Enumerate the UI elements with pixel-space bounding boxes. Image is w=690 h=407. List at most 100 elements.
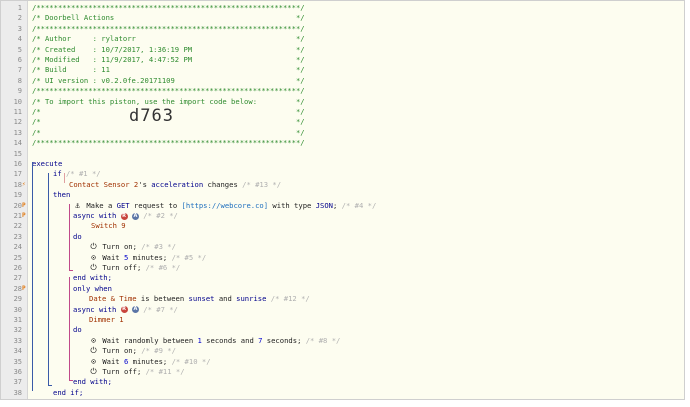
code-text[interactable]: ⊙ Wait randomly between 1 seconds and 7 … <box>89 336 340 346</box>
code-line: 6 /* Modified : 11/9/2017, 4:47:52 PM */ <box>1 55 684 65</box>
async-badge-icon: A <box>131 306 139 314</box>
line-number: 29 <box>13 295 22 304</box>
code-text[interactable]: if /* #1 */ <box>53 169 101 179</box>
keyword: then <box>53 190 71 200</box>
keyword: end if; <box>53 387 84 397</box>
power-icon: ⏻ <box>90 367 97 376</box>
code-text[interactable]: /***************************************… <box>32 138 305 148</box>
parallel-flag-icon: P <box>22 284 26 292</box>
code-text[interactable]: Dimmer 1 <box>89 315 124 325</box>
code-line: 17 if /* #1 */ <box>1 169 684 179</box>
line-number: 1 <box>17 4 22 12</box>
code-text[interactable]: ⏻ Turn off; /* #11 */ <box>89 367 184 377</box>
line-number: 30 <box>13 305 22 314</box>
code-text[interactable]: ⏻ Turn on; /* #3 */ <box>89 242 176 252</box>
line-number: 28 <box>13 284 22 293</box>
code-text[interactable]: /* */ <box>32 128 305 138</box>
code-token: request to <box>129 200 182 210</box>
code-text[interactable]: Date & Time is between sunset and sunris… <box>89 294 310 304</box>
code-text[interactable]: then <box>53 190 70 200</box>
statement-id: /* #6 */ <box>145 263 181 272</box>
code-text[interactable]: ⚓ Make a GET request to [https://webcore… <box>73 201 376 211</box>
only-when-block-end <box>69 380 73 381</box>
async1-block-end <box>69 270 73 271</box>
statement-id: /* #13 */ <box>242 179 282 189</box>
code-text[interactable]: /* UI version : v0.2.0fe.20171109 */ <box>32 76 305 86</box>
code-line: 5 /* Created : 10/7/2017, 1:36:19 PM */ <box>1 45 684 55</box>
code-text[interactable]: /* Created : 10/7/2017, 1:36:19 PM */ <box>32 45 305 55</box>
line-number: 3 <box>17 24 22 33</box>
line-number: 9 <box>17 87 22 96</box>
line-number: 13 <box>13 128 22 137</box>
code-text[interactable]: Switch 9 <box>91 221 126 231</box>
code-line: 19 then <box>1 190 684 200</box>
code-line: 1 /**************************************… <box>1 3 684 13</box>
code-text[interactable]: /* Author : rylatorr */ <box>32 34 305 44</box>
code-text[interactable]: ⏻ Turn off; /* #6 */ <box>89 263 180 273</box>
keyword: execute <box>32 159 63 168</box>
code-text[interactable]: end with; <box>73 273 112 283</box>
execute-block-line <box>32 162 33 391</box>
code-text[interactable]: async with R A /* #7 */ <box>73 305 178 315</box>
code-text[interactable]: async with R A /* #2 */ <box>73 211 178 221</box>
code-text[interactable]: do <box>73 232 82 242</box>
statement-id: /* #12 */ <box>266 294 310 304</box>
timer-icon: ⊙ <box>91 356 96 366</box>
code-text[interactable]: /***************************************… <box>32 24 305 34</box>
code-text[interactable]: /* Doorbell Actions */ <box>32 13 305 23</box>
power-icon: ⏻ <box>90 263 97 272</box>
keyword: end execute; <box>32 398 84 399</box>
line-number: 23 <box>13 232 22 241</box>
code-text[interactable]: ⊙ Wait 6 minutes; /* #10 */ <box>89 356 210 367</box>
code-text[interactable]: do <box>73 325 82 335</box>
code-token: with type <box>268 200 316 210</box>
code-text[interactable]: end if; <box>53 388 83 398</box>
code-token: changes <box>203 179 243 189</box>
line-number: 26 <box>13 264 22 272</box>
code-line: 37 end with; <box>1 377 684 387</box>
code-text[interactable]: ⊙ Wait 5 minutes; /* #5 */ <box>89 253 206 263</box>
code-text[interactable]: /***************************************… <box>32 86 305 96</box>
code-token: minutes; <box>128 252 172 262</box>
line-number: 20 <box>13 201 22 210</box>
code-text[interactable]: Contact Sensor 2's acceleration changes … <box>69 180 281 190</box>
statement-id: /* #9 */ <box>141 346 176 356</box>
statement-id: /* #3 */ <box>141 242 176 252</box>
code-text[interactable]: end with; <box>73 377 112 387</box>
code-line: 4 /* Author : rylatorr */ <box>1 34 684 44</box>
code-line: 22 Switch 9 <box>1 221 684 231</box>
code-text[interactable]: /***************************************… <box>32 3 305 13</box>
code-line: 21 Pasync with R A /* #2 */ <box>1 211 684 221</box>
keyword: acceleration <box>151 179 204 189</box>
line-number: 27 <box>13 274 22 283</box>
line-number: 24 <box>13 243 22 252</box>
line-number: 6 <box>17 56 22 64</box>
line-number: 21 <box>13 212 22 220</box>
code-line: 38 end if; <box>1 388 684 398</box>
code-text[interactable]: ⏻ Turn on; /* #9 */ <box>89 346 176 356</box>
keyword: JSON <box>315 200 334 210</box>
line-number: 8 <box>17 76 22 85</box>
code-text[interactable]: only when <box>73 284 112 294</box>
code-line: 9 /**************************************… <box>1 86 684 96</box>
code-text[interactable]: /* Modified : 11/9/2017, 4:47:52 PM */ <box>32 55 305 65</box>
comment: /* Created : 10/7/2017, 1:36:19 PM */ <box>32 44 305 54</box>
comment: /***************************************… <box>32 138 305 148</box>
comment: /* Author : rylatorr */ <box>32 34 305 44</box>
code-line: 7 /* Build : 11 */ <box>1 65 684 75</box>
code-token: [https://webcore.co] <box>181 200 269 210</box>
import-code: d763 <box>129 106 174 126</box>
code-line: 16 execute <box>1 159 684 169</box>
device-name: Date & Time <box>89 294 137 304</box>
line-number: 37 <box>13 378 22 387</box>
comment: /* Modified : 11/9/2017, 4:47:52 PM */ <box>32 55 305 64</box>
code-line: 12/* */ <box>1 117 684 127</box>
code-line: 31 Dimmer 1 <box>1 315 684 325</box>
code-token: is between <box>136 294 189 304</box>
code-token: Turn on; <box>102 346 142 356</box>
code-text[interactable]: /* Build : 11 */ <box>32 65 305 75</box>
power-icon: ⏻ <box>90 242 97 252</box>
line-number: 38 <box>13 388 22 397</box>
code-text[interactable]: execute <box>32 159 62 169</box>
code-text[interactable]: end execute; <box>32 398 84 399</box>
